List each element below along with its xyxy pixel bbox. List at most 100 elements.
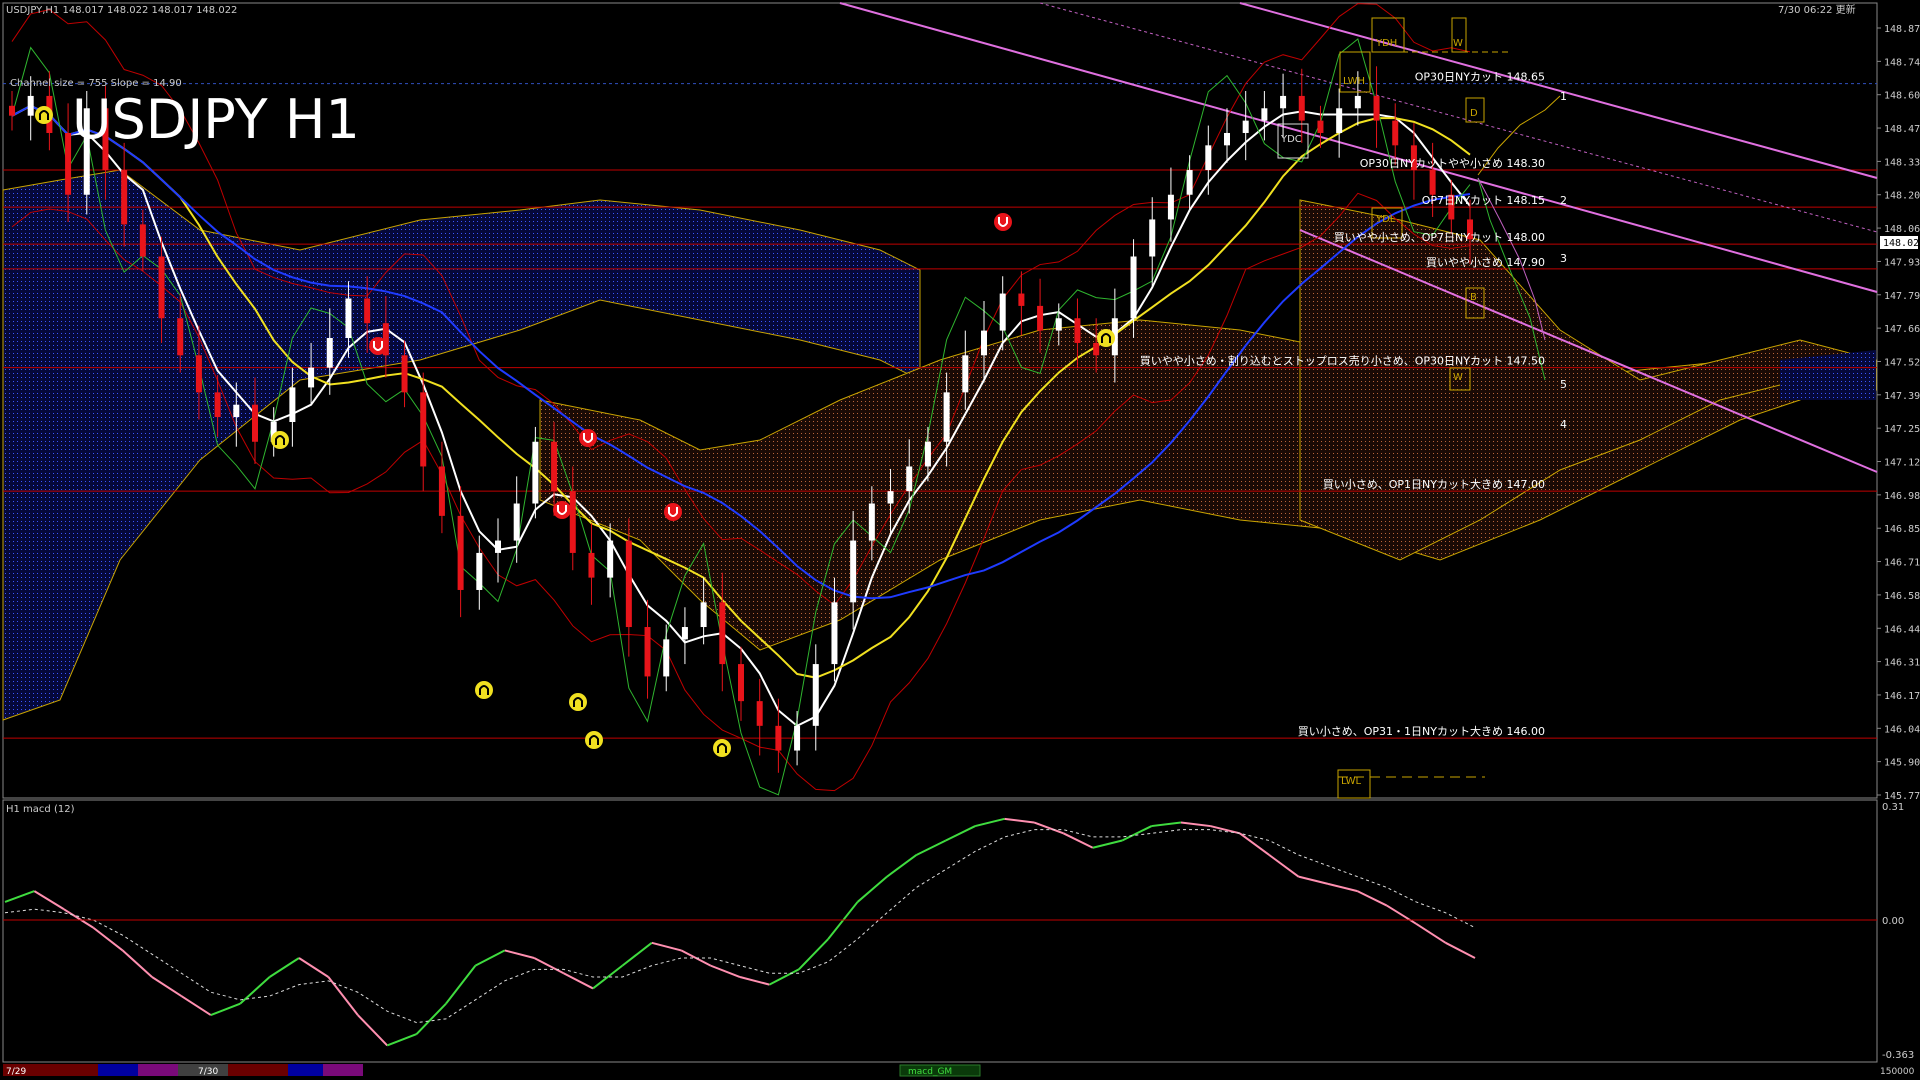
- updated-time: 7/30 06:22 更新: [1778, 3, 1856, 16]
- candle-body: [289, 387, 296, 422]
- candle-body: [1130, 256, 1137, 319]
- price-tick: 146.850: [1884, 524, 1920, 535]
- candle-body: [1242, 120, 1249, 133]
- candle-body: [1018, 293, 1025, 306]
- candle-body: [663, 639, 670, 677]
- price-tick: 148.605: [1884, 91, 1920, 102]
- candle-body: [308, 367, 315, 388]
- candle-body: [420, 392, 427, 467]
- w-label: W: [1453, 38, 1463, 49]
- price-tick: 148.065: [1884, 224, 1920, 235]
- candle-body: [1055, 318, 1062, 331]
- candle-body: [195, 355, 202, 393]
- sell-signal-icon: [664, 503, 682, 521]
- candle-body: [27, 95, 34, 116]
- candle-body: [158, 256, 165, 319]
- candle-body: [233, 404, 240, 418]
- buy-signal-icon: [475, 681, 493, 699]
- candle-body: [401, 355, 408, 393]
- candle-body: [1224, 132, 1230, 146]
- main-chart[interactable]: YDH W LWH YDC YDL LWL D B W 1 2 3 5 4 OP…: [0, 0, 1920, 1080]
- candle-body: [850, 540, 857, 603]
- ydc-label: YDC: [1280, 134, 1302, 145]
- candle-body: [364, 298, 371, 324]
- candle-body: [738, 664, 744, 702]
- buy-signal-icon: [35, 106, 53, 124]
- macd-label: H1 macd (12): [6, 804, 75, 815]
- candle-body: [1167, 194, 1174, 220]
- candle-body: [476, 552, 483, 590]
- buy-signal-icon: [569, 693, 587, 711]
- buy-signal-icon: [1097, 329, 1115, 347]
- price-tick: 146.310: [1884, 658, 1920, 669]
- candle-body: [588, 552, 595, 578]
- candle-body: [495, 540, 501, 553]
- candle-body: [65, 132, 72, 195]
- candle-body: [1373, 95, 1380, 121]
- candle-body: [700, 602, 707, 628]
- price-tick: 147.795: [1884, 291, 1920, 302]
- sell-signal-icon: [579, 429, 597, 447]
- proj-label-3: 3: [1560, 252, 1567, 265]
- candle-body: [906, 466, 913, 492]
- buy-signal-icon: [271, 431, 289, 449]
- price-tick: 148.875: [1884, 24, 1920, 35]
- candle-body: [438, 466, 445, 516]
- candle-body: [775, 725, 782, 751]
- candle-body: [1074, 318, 1081, 343]
- price-tick: 147.120: [1884, 458, 1920, 469]
- price-tick: 145.905: [1884, 758, 1920, 769]
- sell-signal-icon: [369, 337, 387, 355]
- buy-signal-icon: [585, 731, 603, 749]
- level-annotation: OP30日NYカット 148.65: [1415, 71, 1545, 84]
- timeline-bar: 7/29 7/30 macd_GM 150000: [3, 1064, 1915, 1077]
- candle-body: [326, 338, 333, 368]
- sell-signal-icon: [994, 213, 1012, 231]
- price-tick: 146.175: [1884, 691, 1920, 702]
- candle-body: [1149, 219, 1156, 257]
- buy-signal-icon: [713, 739, 731, 757]
- price-tick: 148.335: [1884, 157, 1920, 168]
- proj-label-2: 2: [1560, 194, 1567, 207]
- date-7-30: 7/30: [198, 1067, 218, 1077]
- price-tick: 147.930: [1884, 257, 1920, 268]
- level-annotation: 買いやや小さめ・割り込むとストップロス売り小さめ、OP30日NYカット 147.…: [1140, 354, 1545, 368]
- ydl-label: YDL: [1375, 214, 1396, 225]
- candle-body: [1317, 120, 1324, 133]
- candle-body: [607, 540, 614, 578]
- candle-body: [794, 725, 801, 751]
- price-tick: 148.200: [1884, 191, 1920, 202]
- candle-body: [625, 540, 632, 628]
- candle-body: [756, 701, 763, 726]
- candle-body: [831, 602, 838, 665]
- candle-body: [644, 627, 651, 677]
- chart-title: USDJPY H1: [72, 88, 360, 151]
- candle-body: [924, 441, 931, 467]
- candle-body: [569, 491, 576, 553]
- candle-body: [532, 441, 539, 504]
- price-tick: 148.740: [1884, 57, 1920, 68]
- price-tick: 146.715: [1884, 558, 1920, 569]
- candle-body: [177, 318, 184, 356]
- proj-label-1: 1: [1560, 90, 1567, 103]
- price-tick: 147.525: [1884, 357, 1920, 368]
- current-price: 148.022: [1883, 238, 1920, 249]
- candle-body: [345, 298, 352, 339]
- symbol-info: USDJPY,H1 148.017 148.022 148.017 148.02…: [6, 5, 237, 16]
- price-tick: 146.445: [1884, 624, 1920, 635]
- candle-body: [214, 392, 221, 418]
- candle-body: [981, 330, 987, 356]
- candle-body: [1261, 108, 1268, 121]
- price-tick: 145.770: [1884, 791, 1920, 802]
- proj-label-4: 4: [1560, 418, 1567, 431]
- candle-body: [1205, 145, 1212, 171]
- lwh-label: LWH: [1343, 76, 1365, 87]
- candle-body: [962, 355, 969, 393]
- candle-body: [999, 293, 1006, 331]
- level-annotation: 買い小さめ、OP1日NYカット大きめ 147.00: [1323, 477, 1545, 491]
- candle-body: [943, 392, 950, 442]
- candle-body: [457, 515, 464, 590]
- candle-body: [1336, 108, 1343, 133]
- candle-body: [1354, 95, 1361, 109]
- proj-label-5: 5: [1560, 378, 1567, 391]
